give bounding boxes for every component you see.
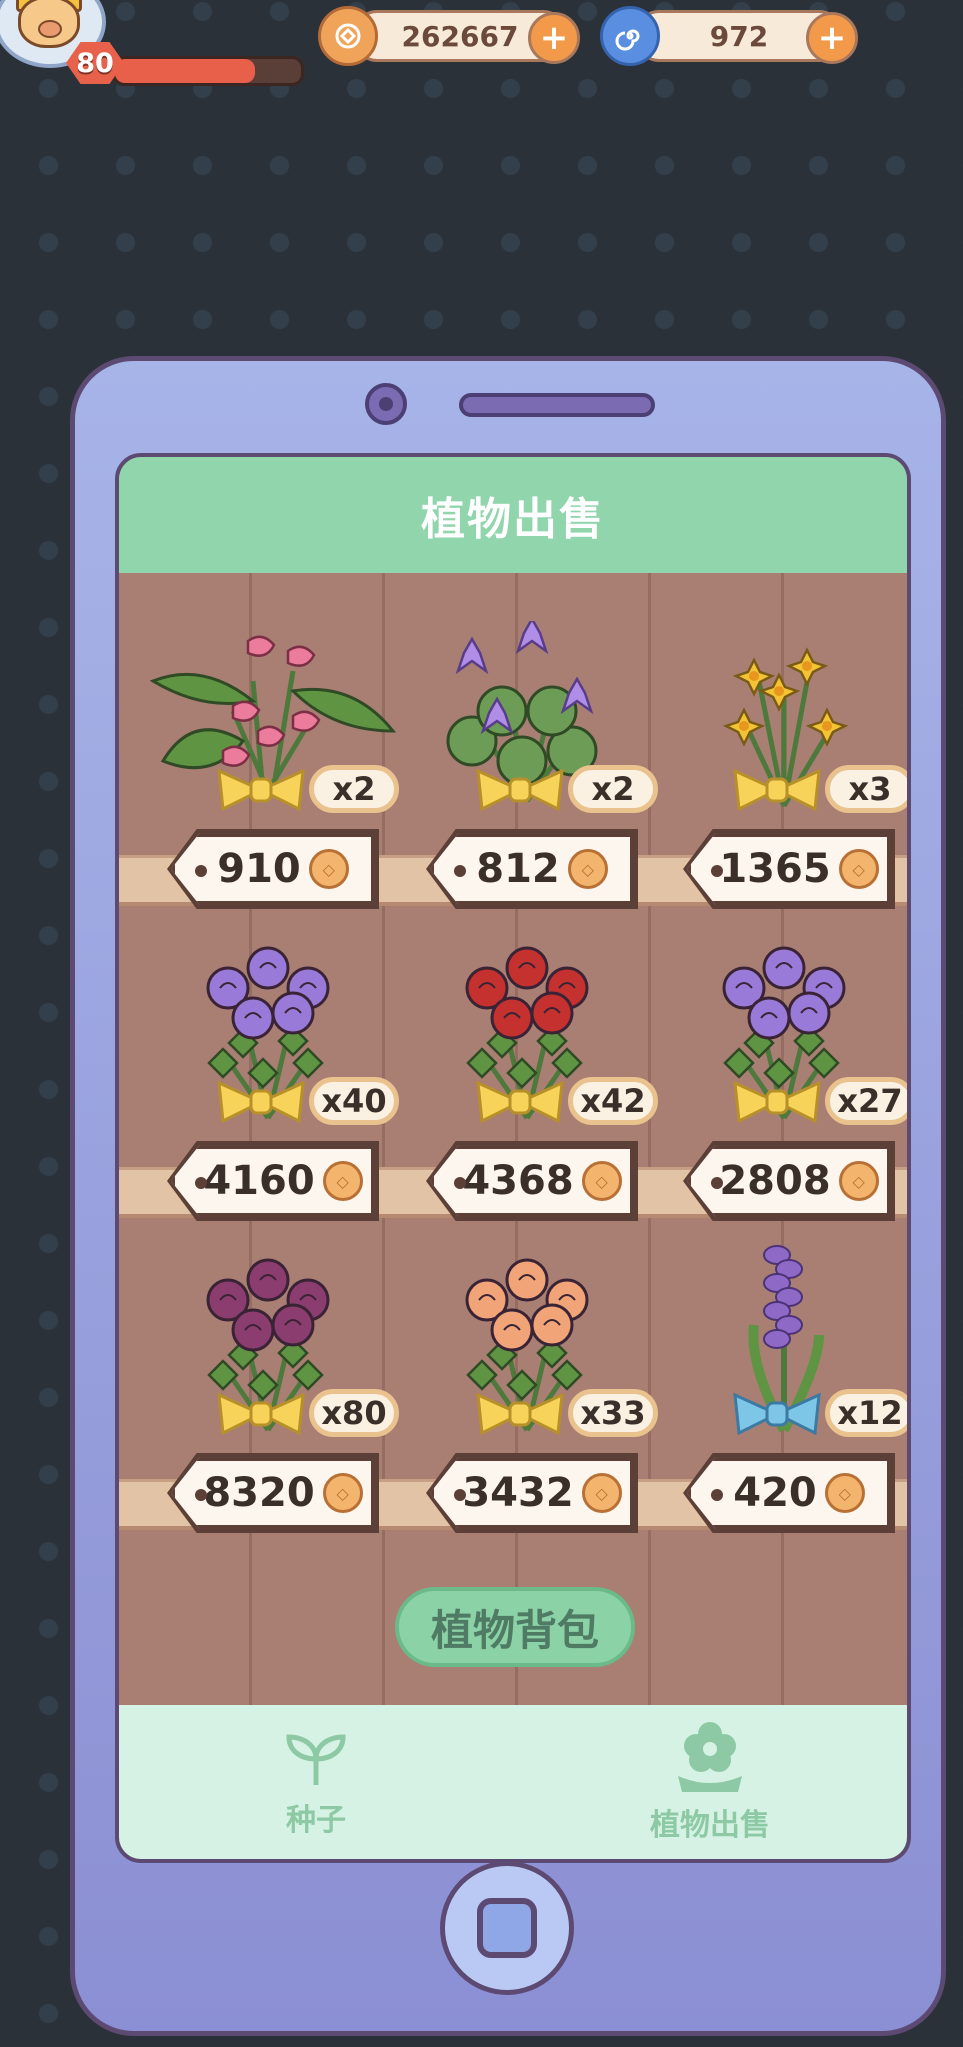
sell-price-tag[interactable]: 4368 ◇ [430, 1145, 634, 1217]
sell-price-tag[interactable]: 910 ◇ [171, 833, 375, 905]
sell-price-tag[interactable]: 2808 ◇ [687, 1145, 891, 1217]
plant-item[interactable]: x12 420 ◇ [659, 1245, 907, 1545]
sell-price-tag[interactable]: 1365 ◇ [687, 833, 891, 905]
quantity-badge: x40 [309, 1077, 399, 1125]
price-value: 4368 [462, 1158, 574, 1204]
tab-seeds-label: 种子 [286, 1803, 346, 1838]
tag-hole [454, 1489, 466, 1501]
coin-icon: ◇ [322, 1473, 363, 1513]
sprout-icon [286, 1734, 346, 1785]
spiral-gem-icon [600, 6, 660, 66]
snout-icon [38, 20, 62, 38]
plant-shelf: x2 910 ◇ x2 812 ◇ x3 1365 ◇ x40 4160 ◇ x42 4368 ◇ x27 28… [119, 573, 907, 1705]
price-value: 2808 [719, 1158, 831, 1204]
quantity-badge: x3 [825, 765, 907, 813]
camera-icon [365, 383, 407, 425]
coin-icon: ◇ [838, 1161, 879, 1201]
plant-item[interactable]: x42 4368 ◇ [402, 933, 658, 1233]
tab-plant-sale[interactable]: 植物出售 [513, 1705, 907, 1859]
tab-seeds[interactable]: 种子 [119, 1705, 513, 1859]
price-value: 910 [217, 846, 301, 892]
sell-price-tag[interactable]: 4160 ◇ [171, 1145, 375, 1217]
price-value: 812 [476, 846, 560, 892]
sell-price-tag[interactable]: 812 ◇ [430, 833, 634, 905]
gem-counter: 972 + [600, 6, 866, 66]
price-value: 4160 [203, 1158, 315, 1204]
quantity-badge: x42 [568, 1077, 658, 1125]
plant-item[interactable]: x3 1365 ◇ [659, 621, 907, 921]
tag-hole [195, 1177, 207, 1189]
ribbon-bow-icon [476, 768, 564, 812]
tag-hole [454, 865, 466, 877]
phone-screen: 植物出售 x2 910 ◇ x2 812 ◇ x3 1365 ◇ x40 4160 ◇ x42 4368 ◇… [115, 453, 911, 1863]
tag-hole [711, 865, 723, 877]
coin-icon: ◇ [322, 1161, 363, 1201]
ribbon-bow-icon [733, 768, 821, 812]
speaker-slot [459, 393, 655, 417]
ribbon-bow-icon [476, 1392, 564, 1436]
ribbon-bow-icon [217, 768, 305, 812]
ribbon-bow-icon [476, 1080, 564, 1124]
coin-icon: ◇ [308, 849, 349, 889]
page-title: 植物出售 [119, 457, 907, 573]
tab-plant-sale-label: 植物出售 [650, 1808, 770, 1843]
ribbon-bow-icon [733, 1080, 821, 1124]
tag-hole [454, 1177, 466, 1189]
sell-price-tag[interactable]: 420 ◇ [687, 1457, 891, 1529]
price-value: 420 [733, 1470, 817, 1516]
coin-icon: ◇ [581, 1161, 622, 1201]
coin-icon: ◇ [824, 1473, 865, 1513]
quantity-badge: x33 [568, 1389, 658, 1437]
price-value: 3432 [462, 1470, 574, 1516]
price-value: 8320 [203, 1470, 315, 1516]
plant-bag-button[interactable]: 植物背包 [395, 1587, 635, 1667]
plant-item[interactable]: x2 812 ◇ [402, 621, 658, 921]
sell-price-tag[interactable]: 8320 ◇ [171, 1457, 375, 1529]
plant-item[interactable]: x40 4160 ◇ [143, 933, 399, 1233]
quantity-badge: x27 [825, 1077, 907, 1125]
tag-hole [195, 1489, 207, 1501]
xp-bar-fill [115, 59, 255, 83]
plant-item[interactable]: x27 2808 ◇ [659, 933, 907, 1233]
coin-counter: 262667 + [318, 6, 584, 66]
plant-item[interactable]: x2 910 ◇ [143, 621, 399, 921]
ribbon-bow-icon [733, 1392, 821, 1436]
quantity-badge: x12 [825, 1389, 907, 1437]
coin-icon: ◇ [838, 849, 879, 889]
add-gems-button[interactable]: + [806, 12, 858, 64]
top-hud: 80 262667 + 972 + [0, 0, 963, 90]
coin-icon: ◇ [567, 849, 608, 889]
bottom-tab-bar: 种子 植物出售 [119, 1705, 907, 1859]
quantity-badge: x80 [309, 1389, 399, 1437]
home-button[interactable] [440, 1861, 574, 1995]
tag-hole [711, 1177, 723, 1189]
ribbon-bow-icon [217, 1392, 305, 1436]
coin-icon [318, 6, 378, 66]
tag-hole [711, 1489, 723, 1501]
sell-price-tag[interactable]: 3432 ◇ [430, 1457, 634, 1529]
xp-bar [112, 56, 304, 86]
ribbon-bow-icon [217, 1080, 305, 1124]
plant-item[interactable]: x33 3432 ◇ [402, 1245, 658, 1545]
quantity-badge: x2 [309, 765, 399, 813]
price-value: 1365 [719, 846, 831, 892]
add-coins-button[interactable]: + [528, 12, 580, 64]
coin-icon: ◇ [581, 1473, 622, 1513]
home-square-icon [477, 1898, 537, 1958]
plant-item[interactable]: x80 8320 ◇ [143, 1245, 399, 1545]
phone-frame: 植物出售 x2 910 ◇ x2 812 ◇ x3 1365 ◇ x40 4160 ◇ x42 4368 ◇… [70, 356, 946, 2036]
tag-hole [195, 865, 207, 877]
flower-icon [678, 1722, 742, 1792]
quantity-badge: x2 [568, 765, 658, 813]
